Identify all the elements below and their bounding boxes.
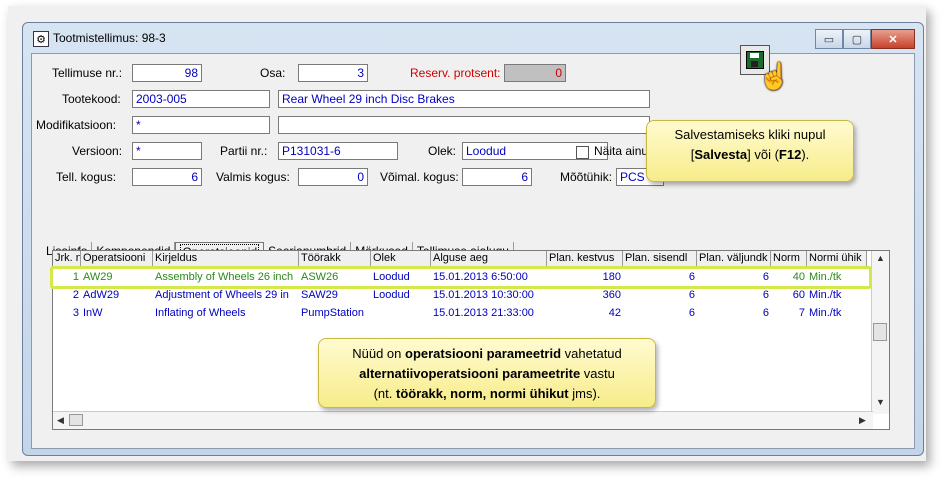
show-only-checkbox[interactable] bbox=[576, 146, 589, 159]
cell-plan-input: 6 bbox=[688, 289, 695, 301]
possible-qty-field[interactable]: 6 bbox=[462, 168, 532, 186]
part-label: Osa: bbox=[260, 66, 286, 80]
finished-qty-field[interactable]: 0 bbox=[298, 168, 368, 186]
possible-qty-label: Võimal. kogus: bbox=[380, 170, 459, 184]
cell-norm-unit: Min./tk bbox=[809, 307, 842, 319]
unit-label: Mõõtühik: bbox=[560, 170, 613, 184]
scroll-right-icon[interactable]: ▶ bbox=[859, 415, 866, 426]
scroll-left-icon[interactable]: ◀ bbox=[57, 415, 64, 426]
cell-workcell: SAW29 bbox=[301, 289, 338, 301]
cell-status bbox=[371, 306, 431, 323]
order-qty-field[interactable]: 6 bbox=[132, 168, 202, 186]
window-title: Tootmistellimus: 98-3 bbox=[53, 31, 166, 45]
cell-plan-output: 6 bbox=[762, 307, 769, 319]
info-line3: (nt. töörakk, norm, normi ühikut jms). bbox=[373, 386, 601, 401]
order-qty-label: Tell. kogus: bbox=[56, 170, 117, 184]
cell-jrk: 3 bbox=[72, 307, 79, 319]
horizontal-scrollbar[interactable]: ◀ ▶ bbox=[53, 411, 873, 429]
reserve-label: Reserv. protsent: bbox=[410, 66, 501, 80]
show-only-label: Näita ainul bbox=[594, 144, 651, 158]
info-line2: alternatiivoperatsiooni parameetrite vas… bbox=[359, 366, 615, 381]
pointer-hand-icon: ☝ bbox=[758, 61, 791, 91]
cell-workcell: PumpStation bbox=[301, 307, 364, 319]
save-hint-line1: Salvestamiseks kliki nupul bbox=[674, 127, 826, 142]
part-field[interactable]: 3 bbox=[298, 64, 368, 82]
cell-description: Adjustment of Wheels 29 in bbox=[155, 289, 289, 301]
save-hint-line2: [Salvesta] või (F12). bbox=[690, 147, 810, 162]
close-button[interactable]: ✕ bbox=[871, 29, 915, 49]
scroll-down-icon[interactable]: ▼ bbox=[876, 397, 885, 407]
modification-field[interactable]: * bbox=[132, 116, 270, 134]
product-name-field[interactable]: Rear Wheel 29 inch Disc Brakes bbox=[278, 90, 650, 108]
table-row[interactable]: 3 InW Inflating of Wheels PumpStation 15… bbox=[53, 306, 867, 323]
reserve-field: 0 bbox=[504, 64, 566, 82]
info-callout: Nüüd on operatsiooni parameetrid vahetat… bbox=[318, 338, 656, 408]
horizontal-scroll-thumb[interactable] bbox=[69, 414, 83, 426]
app-icon: ⚙ bbox=[33, 31, 49, 47]
cell-description: Inflating of Wheels bbox=[155, 307, 246, 319]
modification-desc-field[interactable] bbox=[278, 116, 650, 134]
vertical-scrollbar[interactable]: ▲ ▼ bbox=[871, 251, 889, 414]
modification-label: Modifikatsioon: bbox=[36, 118, 117, 132]
cell-jrk: 2 bbox=[72, 289, 79, 301]
cell-norm-unit: Min./tk bbox=[809, 289, 842, 301]
cell-norm: 60 bbox=[792, 289, 805, 301]
cell-norm: 7 bbox=[798, 307, 805, 319]
maximize-button[interactable]: ▢ bbox=[843, 29, 871, 49]
cell-plan-output: 6 bbox=[762, 289, 769, 301]
title-bar: ⚙ Tootmistellimus: 98-3 ▭ ▢ ✕ bbox=[23, 23, 923, 51]
cell-plan-input: 6 bbox=[688, 307, 695, 319]
cell-start-time: 15.01.2013 10:30:00 bbox=[433, 289, 534, 301]
scroll-up-icon[interactable]: ▲ bbox=[876, 253, 885, 263]
version-label: Versioon: bbox=[72, 144, 123, 158]
version-field[interactable]: * bbox=[132, 142, 202, 160]
order-number-label: Tellimuse nr.: bbox=[52, 66, 123, 80]
cell-plan-duration: 42 bbox=[608, 307, 621, 319]
batch-label: Partii nr.: bbox=[220, 144, 268, 158]
cell-start-time: 15.01.2013 21:33:00 bbox=[433, 307, 534, 319]
info-line1: Nüüd on operatsiooni parameetrid vahetat… bbox=[352, 346, 622, 361]
cell-operation: AdW29 bbox=[83, 289, 120, 301]
batch-field[interactable]: P131031-6 bbox=[278, 142, 398, 160]
vertical-scroll-thumb[interactable] bbox=[873, 323, 887, 341]
order-number-field[interactable]: 98 bbox=[132, 64, 202, 82]
minimize-button[interactable]: ▭ bbox=[815, 29, 843, 49]
cell-status: Loodud bbox=[373, 289, 410, 301]
cell-operation: InW bbox=[83, 307, 103, 319]
cell-plan-duration: 360 bbox=[602, 289, 621, 301]
save-hint-callout: Salvestamiseks kliki nupul [Salvesta] võ… bbox=[646, 120, 854, 182]
finished-qty-label: Valmis kogus: bbox=[216, 170, 290, 184]
row-highlight bbox=[50, 266, 872, 289]
save-button-area: ☝ bbox=[740, 45, 790, 89]
status-label: Olek: bbox=[428, 144, 457, 158]
product-code-field[interactable]: 2003-005 bbox=[132, 90, 270, 108]
window-controls: ▭ ▢ ✕ bbox=[815, 29, 915, 49]
table-row[interactable]: 2 AdW29 Adjustment of Wheels 29 in SAW29… bbox=[53, 288, 867, 305]
product-code-label: Tootekood: bbox=[62, 92, 121, 106]
